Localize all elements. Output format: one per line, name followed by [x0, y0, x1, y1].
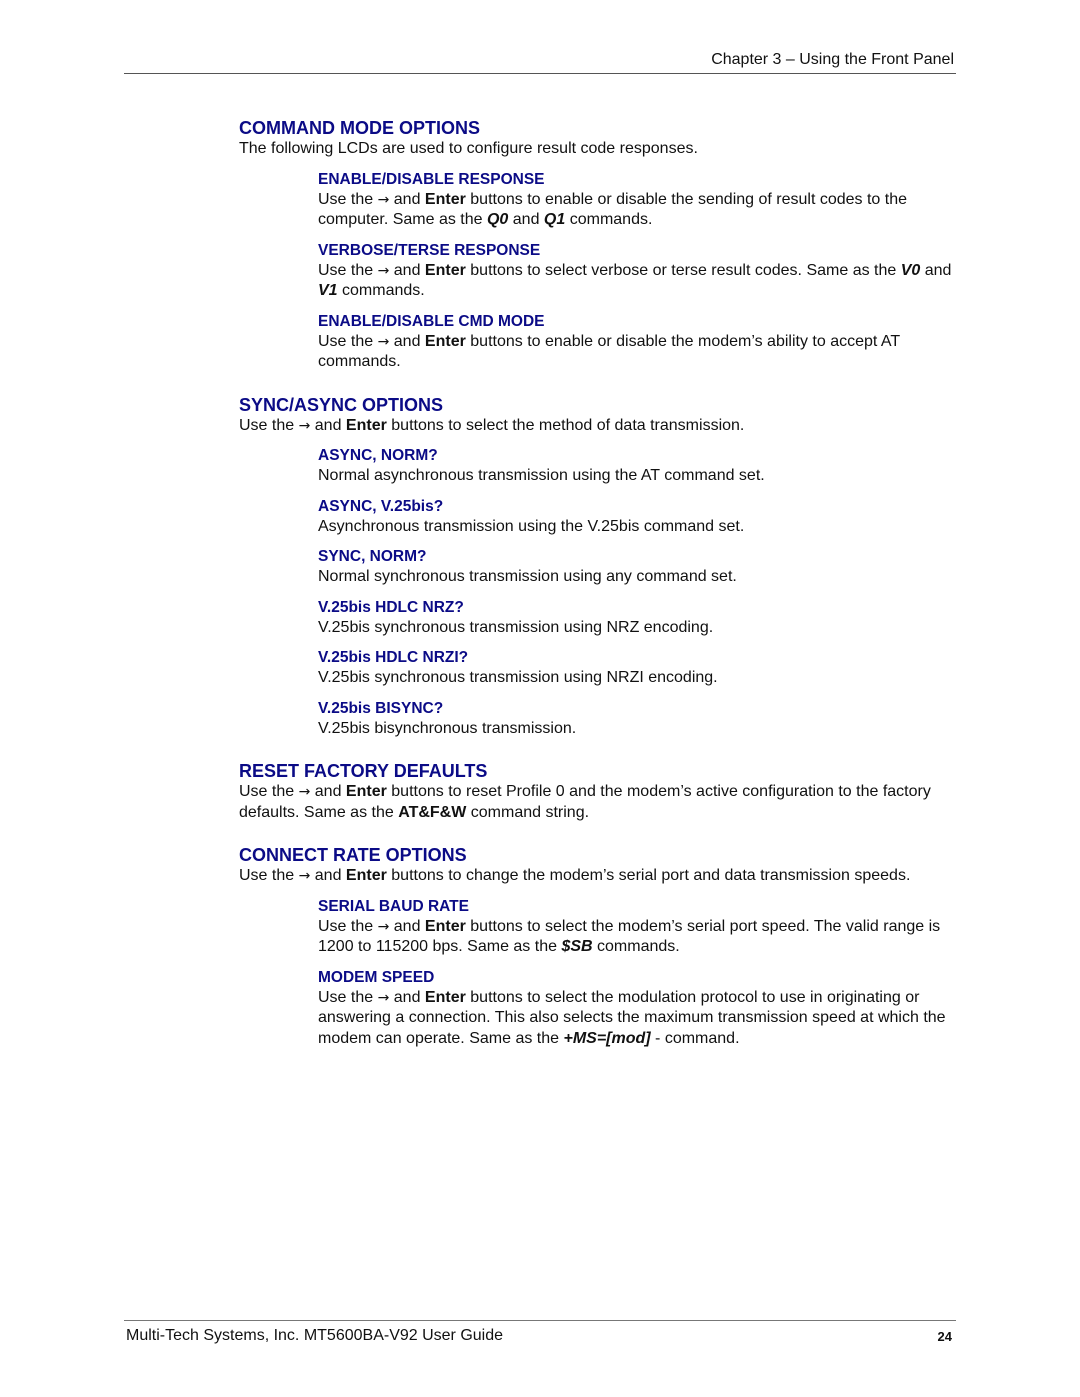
subsection-text: Asynchronous transmission using the V.25… — [318, 517, 745, 535]
subsection-heading: ASYNC, V.25bis? — [318, 497, 444, 515]
subsection-text: Use the → and Enter buttons to select th… — [318, 988, 946, 1047]
subsection-heading: V.25bis HDLC NRZ? — [318, 598, 464, 616]
page-content: COMMAND MODE OPTIONS The following LCDs … — [239, 117, 959, 1049]
subsection-serial-baud-rate: SERIAL BAUD RATE Use the → and Enter but… — [318, 897, 959, 958]
chapter-title: Chapter 3 – Using the Front Panel — [711, 51, 954, 68]
subsection-text: Use the → and Enter buttons to select th… — [318, 917, 941, 956]
section-heading-connect-rate: CONNECT RATE OPTIONS — [239, 845, 467, 865]
right-arrow-icon: → — [377, 333, 390, 350]
subsection-modem-speed: MODEM SPEED Use the → and Enter buttons … — [318, 968, 959, 1050]
section-heading-command-mode: COMMAND MODE OPTIONS — [239, 118, 480, 138]
subsection-heading: SERIAL BAUD RATE — [318, 897, 469, 915]
subsection-heading: ENABLE/DISABLE RESPONSE — [318, 170, 545, 188]
right-arrow-icon: → — [298, 417, 311, 434]
subsection-enable-disable-response: ENABLE/DISABLE RESPONSE Use the → and En… — [318, 170, 959, 231]
subsection-text: V.25bis synchronous transmission using N… — [318, 669, 718, 686]
subsection-text: Use the → and Enter buttons to select ve… — [318, 261, 952, 300]
subsection-heading: ASYNC, NORM? — [318, 447, 438, 464]
subsection-heading: VERBOSE/TERSE RESPONSE — [318, 241, 541, 259]
page-header: Chapter 3 – Using the Front Panel — [124, 50, 956, 74]
subsection-heading: ENABLE/DISABLE CMD MODE — [318, 312, 545, 330]
subsection-text: V.25bis synchronous transmission using N… — [318, 618, 714, 636]
subsection-sync-norm: SYNC, NORM? Normal synchronous transmiss… — [318, 547, 959, 588]
subsection-text: Normal synchronous transmission using an… — [318, 568, 737, 585]
page-footer: Multi-Tech Systems, Inc. MT5600BA-V92 Us… — [124, 1320, 956, 1344]
section-heading-sync-async: SYNC/ASYNC OPTIONS — [239, 394, 444, 415]
section-intro: Use the → and Enter buttons to select th… — [239, 416, 745, 434]
subsection-text: V.25bis bisynchronous transmission. — [318, 719, 577, 737]
subsection-v25bis-hdlc-nrz: V.25bis HDLC NRZ? V.25bis synchronous tr… — [318, 598, 959, 639]
section-heading-reset-factory-defaults: RESET FACTORY DEFAULTS — [239, 761, 488, 781]
subsection-v25bis-hdlc-nrzi: V.25bis HDLC NRZI? V.25bis synchronous t… — [318, 648, 959, 689]
section-text: Use the → and Enter buttons to reset Pro… — [239, 783, 931, 821]
subsection-heading: V.25bis BISYNC? — [318, 699, 444, 717]
subsection-enable-disable-cmd-mode: ENABLE/DISABLE CMD MODE Use the → and En… — [318, 312, 959, 373]
subsection-async-norm: ASYNC, NORM? Normal asynchronous transmi… — [318, 446, 959, 487]
section-intro: Use the → and Enter buttons to change th… — [239, 867, 911, 884]
right-arrow-icon: → — [377, 989, 390, 1006]
page-number: 24 — [937, 1329, 952, 1344]
section-intro: The following LCDs are used to configure… — [239, 140, 698, 157]
subsection-heading: SYNC, NORM? — [318, 548, 427, 565]
subsection-text: Use the → and Enter buttons to enable or… — [318, 190, 908, 229]
right-arrow-icon: → — [377, 191, 390, 208]
right-arrow-icon: → — [298, 868, 311, 884]
subsection-v25bis-bisync: V.25bis BISYNC? V.25bis bisynchronous tr… — [318, 699, 959, 740]
subsection-heading: V.25bis HDLC NRZI? — [318, 649, 469, 666]
subsection-text: Use the → and Enter buttons to enable or… — [318, 332, 900, 371]
guide-title: Multi-Tech Systems, Inc. MT5600BA-V92 Us… — [126, 1327, 504, 1344]
subsection-text: Normal asynchronous transmission using t… — [318, 467, 765, 484]
right-arrow-icon: → — [377, 262, 390, 279]
subsection-async-v25bis: ASYNC, V.25bis? Asynchronous transmissio… — [318, 497, 959, 538]
subsection-heading: MODEM SPEED — [318, 968, 435, 986]
right-arrow-icon: → — [298, 784, 311, 800]
right-arrow-icon: → — [377, 918, 390, 935]
subsection-verbose-terse-response: VERBOSE/TERSE RESPONSE Use the → and Ent… — [318, 241, 959, 302]
